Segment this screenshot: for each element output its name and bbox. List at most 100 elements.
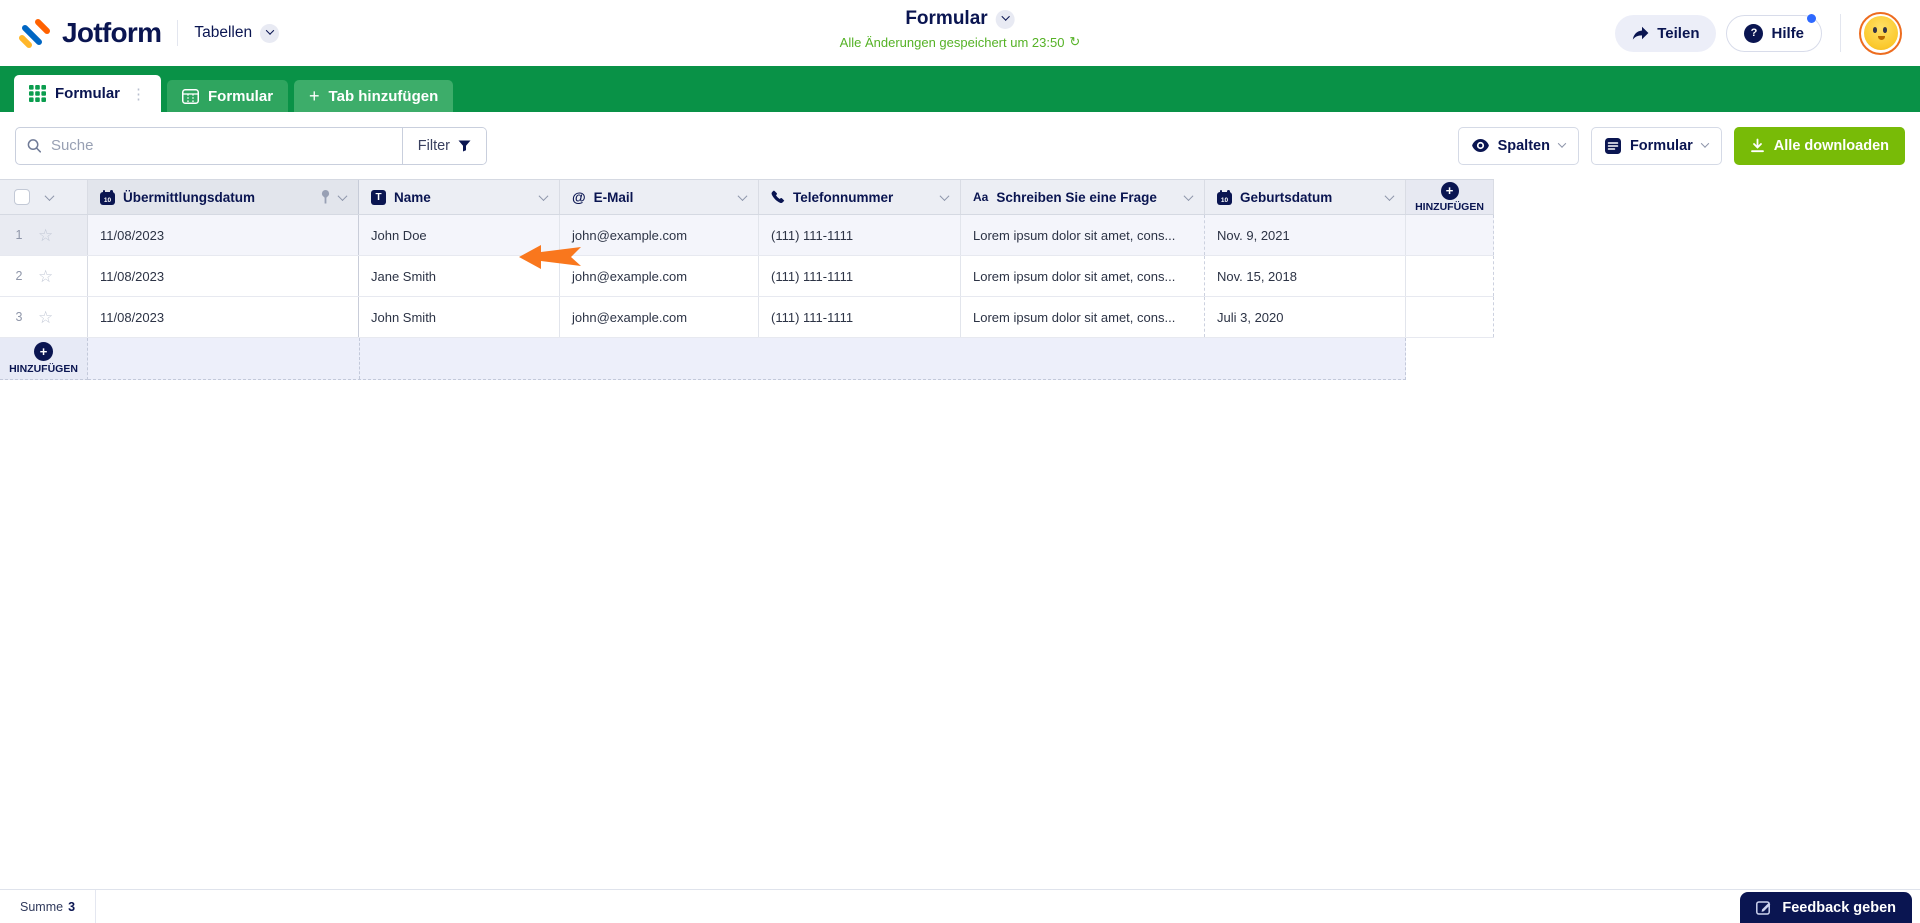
column-label: E-Mail [593, 189, 634, 205]
cell-geburtsdatum[interactable]: Nov. 9, 2021 [1205, 215, 1406, 255]
jotform-logo-icon [19, 19, 50, 48]
table-row: 2 ☆ 11/08/2023 Jane Smith john@example.c… [0, 256, 1494, 297]
add-column-label: HINZUFÜGEN [1415, 200, 1484, 213]
jotform-logo[interactable]: Jotform [18, 16, 162, 50]
column-label: Übermittlungsdatum [123, 189, 256, 205]
cell-geburtsdatum[interactable]: Nov. 15, 2018 [1205, 256, 1406, 296]
add-row-button[interactable]: + HINZUFÜGEN [0, 338, 88, 380]
textarea-icon: Aa [973, 190, 989, 204]
feedback-button[interactable]: Feedback geben [1740, 892, 1912, 923]
refresh-icon: ↻ [1069, 34, 1081, 49]
header-center: Formular Alle Änderungen gespeichert um … [840, 8, 1081, 50]
divider [177, 20, 179, 46]
share-button[interactable]: Teilen [1615, 14, 1717, 52]
form-view-icon [1604, 137, 1621, 154]
cell-geburtsdatum[interactable]: Juli 3, 2020 [1205, 297, 1406, 337]
save-status-text: Alle Änderungen gespeichert um 23:50 [839, 34, 1065, 50]
cell-uebermittlungsdatum[interactable]: 11/08/2023 [88, 256, 359, 296]
user-avatar[interactable] [1859, 11, 1902, 55]
calendar-icon: 10 [1217, 189, 1232, 205]
sum-label: Summe [20, 899, 64, 914]
cell-empty [1406, 297, 1494, 337]
submissions-table: 10 Übermittlungsdatum T Name @ E-Mail Te… [0, 179, 1494, 380]
plus-icon: + [1440, 181, 1459, 200]
cell-empty [1406, 256, 1494, 296]
download-label: Alle downloaden [1773, 137, 1889, 154]
cell-frage[interactable]: Lorem ipsum dolor sit amet, cons... [961, 256, 1205, 296]
dashed-divider [359, 338, 360, 379]
row-count: Summe 3 [0, 890, 97, 923]
column-header-telefonnummer[interactable]: Telefonnummer [759, 180, 961, 214]
search-box [16, 128, 402, 164]
toolbar: Filter Spalten Formular [0, 112, 1920, 269]
table-icon [182, 88, 200, 104]
rows-menu-chevron-icon[interactable] [44, 190, 55, 201]
search-input[interactable] [50, 137, 391, 154]
tab-formular-2[interactable]: Formular [167, 80, 289, 112]
plus-icon: + [34, 342, 53, 361]
add-tab-button[interactable]: + Tab hinzufügen [294, 80, 454, 112]
share-label: Teilen [1657, 24, 1700, 42]
cell-telefonnummer[interactable]: (111) 111-1111 [759, 256, 961, 296]
star-icon[interactable]: ☆ [38, 227, 53, 244]
column-header-uebermittlungsdatum[interactable]: 10 Übermittlungsdatum [88, 180, 359, 214]
cell-frage[interactable]: Lorem ipsum dolor sit amet, cons... [961, 215, 1205, 255]
grid-icon [29, 85, 46, 102]
title-menu-chevron-icon[interactable] [995, 9, 1015, 29]
filter-button[interactable]: Filter [401, 127, 486, 164]
add-tab-label: Tab hinzufügen [328, 87, 439, 105]
cell-email[interactable]: john@example.com [560, 215, 759, 255]
table-header-row: 10 Übermittlungsdatum T Name @ E-Mail Te… [0, 179, 1494, 215]
phone-icon [771, 190, 785, 204]
chevron-down-icon [1183, 190, 1194, 201]
feedback-pencil-icon [1756, 901, 1771, 915]
at-icon: @ [572, 189, 586, 205]
column-header-frage[interactable]: Aa Schreiben Sie eine Frage [961, 180, 1205, 214]
select-all-checkbox[interactable] [14, 189, 30, 205]
status-bar: Summe 3 Feedback geben [0, 889, 1920, 923]
help-label: Hilfe [1771, 24, 1804, 42]
column-header-geburtsdatum[interactable]: 10 Geburtsdatum [1205, 180, 1406, 214]
table-row: 1 ☆ 11/08/2023 John Doe john@example.com… [0, 215, 1494, 256]
help-button[interactable]: ? Hilfe [1726, 13, 1822, 52]
cell-frage[interactable]: Lorem ipsum dolor sit amet, cons... [961, 297, 1205, 337]
cell-uebermittlungsdatum[interactable]: 11/08/2023 [88, 297, 359, 337]
chevron-down-icon [538, 190, 549, 201]
select-all-cell [0, 180, 88, 214]
tables-product-menu[interactable]: Tabellen [194, 23, 280, 43]
logo-wordmark: Jotform [62, 17, 162, 48]
column-header-email[interactable]: @ E-Mail [560, 180, 759, 214]
cell-uebermittlungsdatum[interactable]: 11/08/2023 [88, 215, 359, 255]
view-button[interactable]: Formular [1590, 126, 1722, 165]
view-label: Formular [1629, 137, 1693, 154]
chevron-down-icon [737, 190, 748, 201]
download-all-button[interactable]: Alle downloaden [1733, 126, 1905, 165]
star-icon[interactable]: ☆ [38, 268, 53, 285]
cell-empty [1406, 215, 1494, 255]
chevron-down-icon [337, 190, 348, 201]
cell-email[interactable]: john@example.com [560, 297, 759, 337]
row-gutter: 3 ☆ [0, 297, 88, 337]
cell-telefonnummer[interactable]: (111) 111-1111 [759, 297, 961, 337]
feedback-label: Feedback geben [1782, 899, 1896, 916]
add-column-button[interactable]: + HINZUFÜGEN [1406, 180, 1494, 214]
cell-email[interactable]: john@example.com [560, 256, 759, 296]
table-row: 3 ☆ 11/08/2023 John Smith john@example.c… [0, 297, 1494, 338]
row-number: 2 [15, 269, 23, 283]
star-icon[interactable]: ☆ [38, 309, 53, 326]
add-row-placeholder[interactable] [88, 338, 1406, 380]
avatar-emoji-face [1863, 16, 1898, 50]
chevron-down-icon [260, 23, 280, 43]
text-field-icon: T [371, 189, 386, 205]
columns-button[interactable]: Spalten [1457, 126, 1579, 165]
chevron-down-icon [939, 190, 950, 201]
column-label: Geburtsdatum [1240, 189, 1333, 205]
tab-menu-icon[interactable]: ⋮ [131, 85, 146, 103]
column-header-name[interactable]: T Name [359, 180, 560, 214]
tab-formular-active[interactable]: Formular ⋮ [14, 75, 162, 112]
tab-label: Formular [208, 87, 274, 105]
cell-telefonnummer[interactable]: (111) 111-1111 [759, 215, 961, 255]
cell-name[interactable]: John Smith [359, 297, 560, 337]
chevron-down-icon [1384, 190, 1395, 201]
calendar-icon: 10 [100, 189, 115, 205]
